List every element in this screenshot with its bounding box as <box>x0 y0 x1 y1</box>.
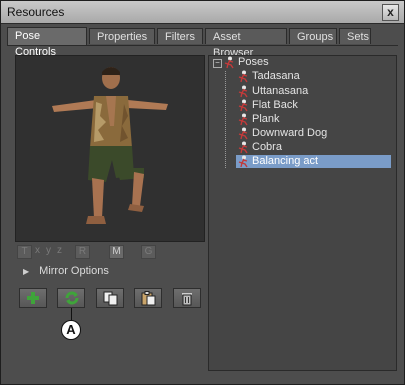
mirror-button[interactable]: M <box>109 245 124 259</box>
tree-root-poses[interactable]: Poses <box>222 56 392 69</box>
tab-filters[interactable]: Filters <box>157 28 203 44</box>
pose-figure-icon <box>238 70 248 83</box>
figure-preview-image <box>52 67 168 224</box>
pose-figure-icon <box>238 85 248 98</box>
tab-asset-browser[interactable]: Asset Browser <box>205 28 287 59</box>
title-bar[interactable]: Resources x <box>1 1 404 24</box>
pose-figure-icon <box>238 113 248 126</box>
expand-arrow-icon: ▶ <box>23 267 30 276</box>
refresh-pose-button[interactable] <box>57 288 85 308</box>
tab-properties[interactable]: Properties <box>89 28 155 44</box>
tab-groups[interactable]: Groups <box>289 28 337 44</box>
axis-z-button[interactable]: z <box>53 245 66 257</box>
tree-item-cobra[interactable]: Cobra <box>236 141 391 154</box>
window-title: Resources <box>7 5 65 19</box>
tree-item-flat-back[interactable]: Flat Back <box>236 99 391 112</box>
close-button[interactable]: x <box>382 4 399 21</box>
tree-item-label: Balancing act <box>252 155 319 167</box>
trash-icon <box>182 293 192 306</box>
pose-figure-icon <box>238 141 248 154</box>
mirror-options-label: Mirror Options <box>39 265 109 277</box>
tab-pose-controls[interactable]: Pose Controls <box>7 27 87 58</box>
delete-pose-button[interactable] <box>173 288 201 308</box>
tree-item-tadasana[interactable]: Tadasana <box>236 70 391 83</box>
add-pose-button[interactable] <box>19 288 47 308</box>
group-button[interactable]: G <box>141 245 156 259</box>
pose-figure-icon <box>238 127 248 140</box>
tree-item-label: Cobra <box>252 141 282 153</box>
refresh-icon <box>65 291 79 305</box>
pose-preview-viewport[interactable] <box>15 55 205 242</box>
tree-item-label: Downward Dog <box>252 127 328 139</box>
copy-pose-button[interactable] <box>96 288 124 308</box>
pose-figure-icon <box>238 99 248 112</box>
tree-item-label: Plank <box>252 113 280 125</box>
tree-item-plank[interactable]: Plank <box>236 113 391 126</box>
translate-button[interactable]: T <box>17 245 32 259</box>
tree-item-uttanasana[interactable]: Uttanasana <box>236 85 391 98</box>
tree-item-label: Flat Back <box>252 99 298 111</box>
add-icon <box>27 292 39 304</box>
callout-label: A <box>61 320 81 340</box>
tree-item-balancing-act[interactable]: Balancing act <box>236 155 391 168</box>
tree-item-label: Tadasana <box>252 70 300 82</box>
copy-icon <box>103 291 118 306</box>
paste-pose-button[interactable] <box>134 288 162 308</box>
tab-sets[interactable]: Sets <box>339 28 371 44</box>
resources-window: Resources x Pose Controls Properties Fil… <box>0 0 405 385</box>
pose-figure-icon <box>238 155 248 168</box>
rotate-button[interactable]: R <box>75 245 90 259</box>
tree-root-label: Poses <box>238 56 269 68</box>
collapse-toggle-icon[interactable]: − <box>213 59 222 68</box>
tree-item-label: Uttanasana <box>252 85 309 97</box>
paste-icon <box>141 291 156 306</box>
tree-connector-line <box>225 71 226 168</box>
poses-folder-icon <box>224 56 234 69</box>
tab-divider <box>7 45 398 46</box>
mirror-options-toggle[interactable]: ▶ Mirror Options <box>23 265 109 277</box>
tree-item-downward-dog[interactable]: Downward Dog <box>236 127 391 140</box>
